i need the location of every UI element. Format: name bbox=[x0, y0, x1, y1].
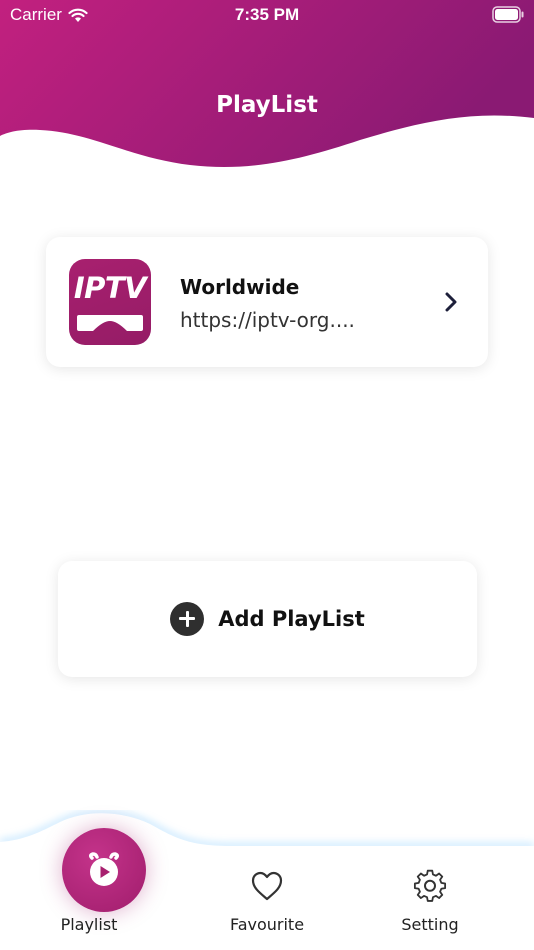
playlist-item-worldwide[interactable]: IPTV Worldwide https://iptv-org.... bbox=[46, 237, 488, 367]
playlist-name: Worldwide bbox=[180, 275, 300, 299]
status-bar: Carrier 7:35 PM bbox=[0, 0, 534, 30]
tab-favourite[interactable]: Favourite bbox=[178, 810, 356, 950]
chevron-right-icon[interactable] bbox=[444, 292, 458, 312]
gear-icon bbox=[413, 869, 447, 902]
tab-bar: Playlist Favourite Setting bbox=[0, 810, 534, 950]
page-title: PlayList bbox=[216, 92, 318, 118]
tab-playlist-label: Playlist bbox=[60, 915, 118, 934]
tv-stand-icon bbox=[77, 315, 143, 331]
add-playlist-label: Add PlayList bbox=[218, 607, 365, 631]
add-playlist-button[interactable]: Add PlayList bbox=[58, 561, 477, 677]
heart-icon bbox=[251, 871, 283, 901]
tab-playlist-active-indicator bbox=[62, 828, 146, 912]
iptv-logo: IPTV bbox=[69, 259, 151, 345]
tab-setting[interactable]: Setting bbox=[341, 810, 519, 950]
tab-setting-label: Setting bbox=[401, 915, 459, 934]
play-alarm-icon bbox=[88, 852, 120, 886]
battery-icon bbox=[492, 6, 524, 23]
playlist-url: https://iptv-org.... bbox=[180, 308, 355, 332]
tab-favourite-label: Favourite bbox=[229, 915, 305, 934]
plus-circle-icon bbox=[170, 602, 205, 636]
tab-playlist[interactable]: Playlist bbox=[0, 810, 178, 950]
clock: 7:35 PM bbox=[234, 5, 300, 24]
header: Carrier 7:35 PM PlayList bbox=[0, 0, 534, 175]
